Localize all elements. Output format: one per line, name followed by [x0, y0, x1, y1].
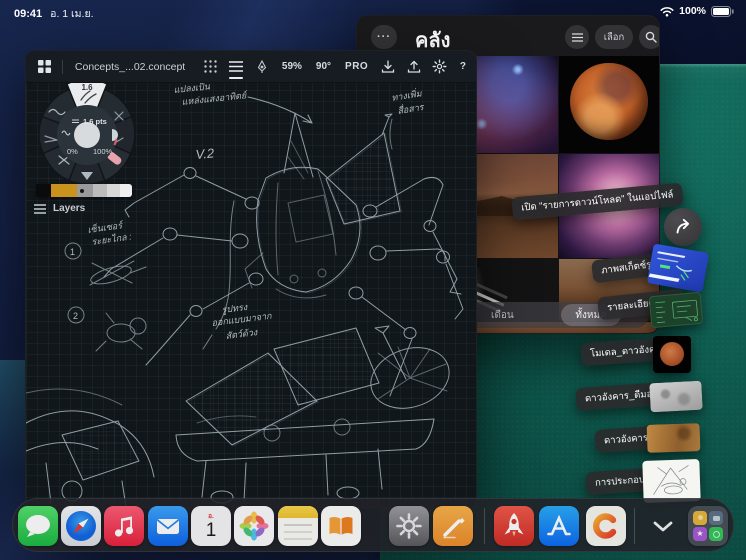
circled-number-1: 1	[70, 247, 75, 257]
gallery-grid-icon[interactable]	[34, 56, 56, 78]
library-mini-yellow	[693, 511, 707, 525]
swatch-light-gray[interactable]	[93, 184, 107, 197]
pro-badge[interactable]: PRO	[345, 61, 368, 72]
forward-arrow-icon	[672, 216, 694, 238]
view-options-button[interactable]	[565, 25, 589, 49]
share-forward-button[interactable]	[664, 208, 702, 246]
dock-divider-2	[634, 508, 635, 544]
status-date: อ. 1 เม.ย.	[50, 5, 93, 22]
layers-panel-header[interactable]: Layers	[34, 203, 85, 214]
svg-text:ออกแบบมาจาก: ออกแบบมาจาก	[211, 311, 273, 328]
thumb-deimos-gray-map[interactable]	[649, 381, 702, 413]
swatch-gold[interactable]	[51, 184, 77, 197]
help-button[interactable]: ?	[460, 61, 466, 72]
segment-months[interactable]: เดือน	[491, 308, 514, 323]
clock: 09:41	[14, 8, 42, 20]
opacity-value: 100%	[93, 147, 113, 156]
dock-app-rocket[interactable]	[494, 506, 534, 546]
dock-app-concepts[interactable]	[586, 506, 626, 546]
dock-app-settings[interactable]	[389, 506, 429, 546]
dock-app-calendar[interactable]: อ. 1	[191, 506, 231, 546]
dock-app-messages[interactable]	[18, 506, 58, 546]
open-book-icon	[321, 506, 361, 546]
rotation-value[interactable]: 90°	[316, 61, 331, 72]
objects-grid-icon[interactable]	[199, 56, 221, 78]
status-bar: 09:41 อ. 1 เม.ย. 100%	[0, 0, 746, 24]
dock-app-safari[interactable]	[61, 506, 101, 546]
chat-bubble-icon	[18, 506, 58, 546]
dock-app-notes[interactable]	[278, 506, 318, 546]
document-title[interactable]: Concepts_...02.concept	[75, 61, 185, 73]
dock-app-appstore[interactable]	[539, 506, 579, 546]
pen-icon	[433, 506, 473, 546]
tool-wheel[interactable]: 1.6 1.6 pts 0% 100%	[31, 78, 143, 190]
thumb-assembly-sketch[interactable]	[642, 459, 700, 503]
music-note-icon	[104, 506, 144, 546]
annotation-solar: แปลงเป็น	[173, 83, 211, 95]
library-mini-purple-star: ★	[693, 527, 707, 541]
flower-icon	[234, 506, 274, 546]
gear-icon	[395, 512, 423, 540]
concepts-toolbar: Concepts_...02.concept 59% 90° PRO	[26, 51, 476, 83]
appstore-a-icon	[539, 506, 579, 546]
zoom-level[interactable]: 59%	[282, 61, 302, 72]
swatch-black[interactable]	[36, 184, 51, 197]
search-button[interactable]	[639, 25, 660, 49]
compass-icon	[61, 506, 101, 546]
thumb-green-circuit-card[interactable]	[649, 292, 704, 328]
notes-yellow-strip	[278, 506, 318, 518]
dock-app-books[interactable]	[321, 506, 361, 546]
toolbar-divider	[62, 60, 63, 74]
import-icon[interactable]	[377, 56, 399, 78]
annotation-version: V.2	[195, 145, 216, 162]
dock-divider	[484, 508, 485, 544]
dock-app-music[interactable]	[104, 506, 144, 546]
thumb-mars-photo[interactable]	[653, 336, 691, 373]
settings-gear-icon[interactable]	[429, 56, 451, 78]
layers-menu-icon	[34, 204, 46, 214]
dock-chevron-button[interactable]	[649, 516, 677, 536]
active-tool-size: 1.6	[81, 83, 93, 92]
stroke-size-label: 1.6 pts	[83, 117, 107, 126]
export-share-icon[interactable]	[403, 56, 425, 78]
annotation-comms: ทางเพิ่ม	[390, 86, 423, 103]
concepts-c-icon	[591, 511, 621, 541]
swatch-white[interactable]	[120, 184, 132, 197]
vector-nib-icon[interactable]	[251, 56, 273, 78]
thumb-mars-terrain-map[interactable]	[647, 423, 701, 453]
color-swatch-bar[interactable]	[36, 184, 132, 197]
circled-number-2: 2	[73, 311, 78, 321]
select-button[interactable]: เลือก	[595, 25, 633, 49]
dock: อ. 1	[12, 498, 734, 552]
concepts-sketch-window: Concepts_...02.concept 59% 90° PRO	[25, 50, 477, 508]
selected-swatch-dot	[80, 189, 84, 193]
battery-percent: 100%	[679, 5, 706, 17]
wifi-icon	[660, 6, 674, 17]
library-mini-green	[709, 527, 723, 541]
svg-text:สื่อสาร: สื่อสาร	[396, 100, 425, 116]
menu-lines-icon-active[interactable]	[225, 56, 247, 78]
photo-mars-globe[interactable]	[559, 56, 660, 153]
more-menu-button[interactable]: ···	[371, 25, 397, 49]
layers-label: Layers	[53, 203, 85, 214]
battery-icon	[711, 6, 734, 17]
chevron-down-icon	[653, 521, 673, 532]
swatch-lighter-gray[interactable]	[107, 184, 120, 197]
envelope-icon	[148, 506, 188, 546]
dock-app-mail[interactable]	[148, 506, 188, 546]
library-mini-blue	[709, 511, 723, 525]
rocket-icon	[494, 506, 534, 546]
dock-app-library[interactable]: ★	[688, 506, 728, 546]
svg-text:สัตว์ด้วง: สัตว์ด้วง	[225, 327, 258, 341]
calendar-day: 1	[191, 521, 231, 540]
ipad-screen: 09:41 อ. 1 เม.ย. 100% เดือน ทั้งหมด	[0, 0, 746, 560]
dock-app-sketch-pen[interactable]	[433, 506, 473, 546]
dock-app-photos[interactable]	[234, 506, 274, 546]
smoothness-value: 0%	[67, 147, 78, 156]
